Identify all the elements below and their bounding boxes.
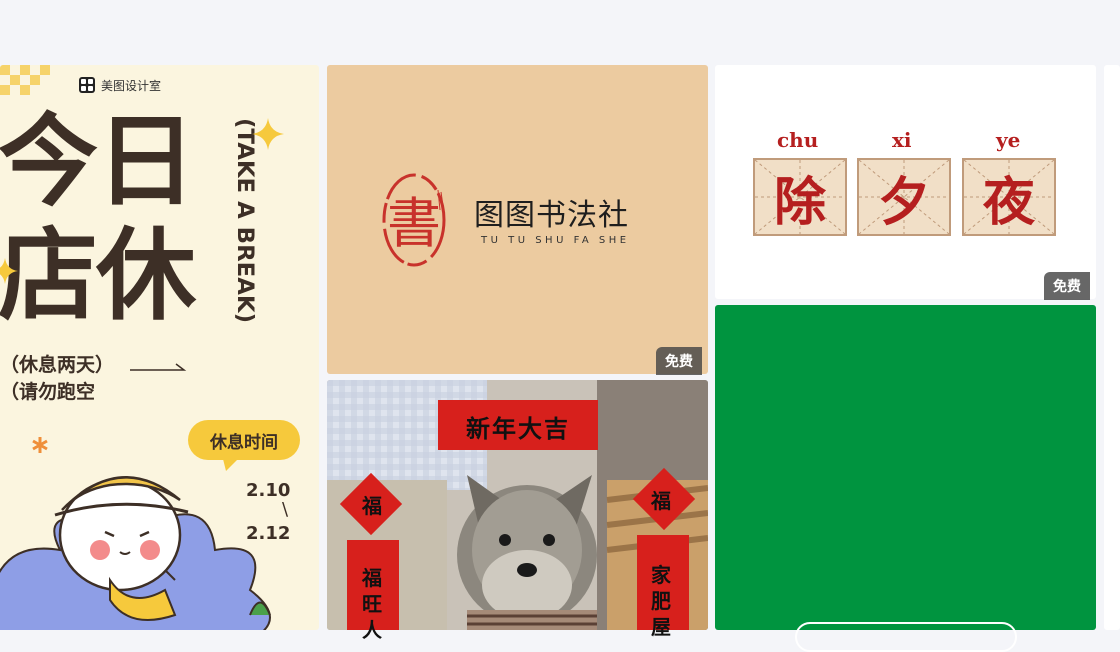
poster-sub-line2: （请勿跑空 xyxy=(0,381,96,403)
brand-logo-icon xyxy=(79,77,95,93)
template-card-partial[interactable] xyxy=(1104,65,1120,630)
char-box-xi: 夕 xyxy=(857,158,951,236)
dog-banner: 新年大吉 xyxy=(466,414,570,443)
char-box-ye: 夜 xyxy=(962,158,1056,236)
arrow-line-icon xyxy=(130,363,187,371)
pinyin-xi: xi xyxy=(892,128,912,152)
poster-title-line1: 今日 xyxy=(0,103,196,220)
fu-left: 福 xyxy=(362,494,382,518)
white-outline-pill xyxy=(795,622,1017,652)
top-bar xyxy=(0,0,1120,64)
pinyin-chu: chu xyxy=(777,128,819,152)
sparkle-icon xyxy=(252,118,284,150)
pinyin-ye: ye xyxy=(996,128,1021,152)
couplet-left: 福旺人 xyxy=(362,566,382,642)
club-pinyin: TU TU SHU FA SHE xyxy=(481,235,630,246)
sparkle-icon xyxy=(0,258,18,284)
cartoon-character-illustration xyxy=(0,476,271,630)
calligraphy-seal-icon: 書 xyxy=(382,173,446,267)
char-chu: 除 xyxy=(773,171,826,233)
fu-right: 福 xyxy=(651,489,671,513)
svg-text:書: 書 xyxy=(387,192,441,255)
free-badge: 免费 xyxy=(1044,272,1090,300)
club-name: 图图书法社 xyxy=(474,198,629,233)
template-card-green[interactable] xyxy=(715,305,1096,630)
char-box-chu: 除 xyxy=(753,158,847,236)
brand-label: 美图设计室 xyxy=(79,77,161,93)
poster-sub-line1: （休息两天） xyxy=(0,354,115,376)
checker-pattern xyxy=(0,65,50,95)
free-badge: 免费 xyxy=(656,347,702,375)
char-xi: 夕 xyxy=(877,171,930,233)
couplet-right: 家肥屋 xyxy=(651,563,671,639)
char-ye: 夜 xyxy=(982,171,1035,233)
brand-name: 美图设计室 xyxy=(101,78,162,93)
poster-title-line2: 店休 xyxy=(0,217,196,334)
